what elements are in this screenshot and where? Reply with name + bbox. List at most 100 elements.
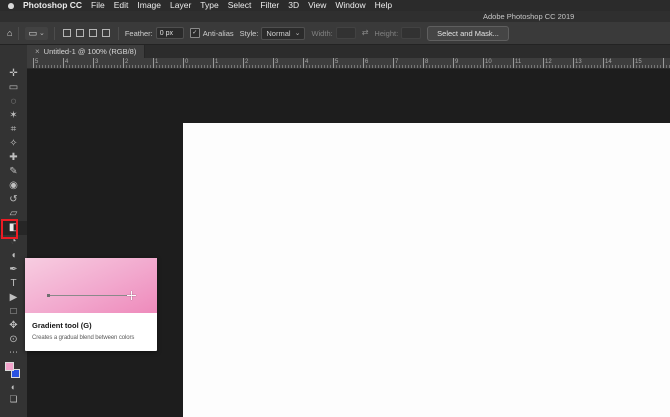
style-group: Style: Normal ⌄ xyxy=(240,27,306,40)
chevron-down-icon: ⌄ xyxy=(295,30,301,37)
crop-tool[interactable]: ⌗ xyxy=(0,123,27,137)
menu-item[interactable]: View xyxy=(308,0,326,11)
anti-alias-group: ✓ Anti-alias xyxy=(190,28,234,38)
new-selection-button[interactable] xyxy=(61,27,73,39)
add-to-selection-button[interactable] xyxy=(74,27,86,39)
path-selection-tool-icon: ▶ xyxy=(10,292,18,303)
lasso-tool-icon: ◌ xyxy=(11,96,17,107)
ruler-label: 5 xyxy=(35,58,38,66)
eraser-tool-icon: ▱ xyxy=(10,208,18,219)
canvas[interactable] xyxy=(183,123,670,417)
chevron-down-icon: ⌄ xyxy=(39,30,45,37)
clone-stamp-tool-icon: ◉ xyxy=(9,180,18,191)
brush-tool[interactable]: ✎ xyxy=(0,165,27,179)
ruler-label: 7 xyxy=(395,58,398,66)
menu-item[interactable]: Type xyxy=(200,0,218,11)
eyedropper-tool-icon: ✧ xyxy=(9,138,17,149)
horizontal-ruler[interactable]: 543210123456789101112131415 xyxy=(27,58,670,69)
app-menu-photoshop[interactable]: Photoshop CC xyxy=(23,0,82,11)
tooltip-description: Creates a gradual blend between colors xyxy=(32,335,150,341)
menu-item[interactable]: File xyxy=(91,0,105,11)
quick-selection-tool[interactable]: ✶ xyxy=(0,109,27,123)
document-tab-bar: × Untitled-1 @ 100% (RGB/8) xyxy=(27,45,670,58)
dodge-tool-icon: ◖ xyxy=(10,250,16,261)
selection-square-icon xyxy=(102,29,110,37)
document-tab-title: Untitled-1 @ 100% (RGB/8) xyxy=(44,47,137,56)
zoom-tool-icon: ⊙ xyxy=(9,334,17,345)
marquee-tool-icon: ▭ xyxy=(28,29,37,38)
menu-item[interactable]: Filter xyxy=(260,0,279,11)
anti-alias-label: Anti-alias xyxy=(203,29,234,38)
ruler-label: 10 xyxy=(485,58,492,66)
rectangular-marquee-tool[interactable]: ▭ xyxy=(0,81,27,95)
ruler-label: 9 xyxy=(455,58,458,66)
tool-preset-dropdown[interactable]: ▭ ⌄ xyxy=(25,27,47,40)
menu-item[interactable]: Image xyxy=(137,0,161,11)
zoom-tool[interactable]: ⊙ xyxy=(0,333,27,347)
anti-alias-checkbox[interactable]: ✓ xyxy=(190,28,200,38)
menu-item[interactable]: Layer xyxy=(170,0,191,11)
move-tool[interactable]: ✛ xyxy=(0,67,27,81)
type-tool[interactable]: T xyxy=(0,277,27,291)
gradient-drag-line xyxy=(47,295,131,296)
spot-healing-brush-tool[interactable]: ✚ xyxy=(0,151,27,165)
ruler-label: 3 xyxy=(275,58,278,66)
link-dimensions-icon: ⇄ xyxy=(362,29,369,37)
menu-item[interactable]: Select xyxy=(228,0,252,11)
move-tool-icon: ✛ xyxy=(9,68,17,79)
selection-square-icon xyxy=(76,29,84,37)
home-icon[interactable]: ⌂ xyxy=(7,29,12,38)
crosshair-cursor-icon xyxy=(127,291,136,300)
ruler-label: 3 xyxy=(95,58,98,66)
tooltip-body: Gradient tool (G) Creates a gradual blen… xyxy=(25,313,157,351)
style-dropdown[interactable]: Normal ⌄ xyxy=(261,27,305,40)
pasteboard xyxy=(27,69,670,417)
lasso-tool[interactable]: ◌ xyxy=(0,95,27,109)
tooltip-title: Gradient tool (G) xyxy=(32,321,150,330)
ruler-label: 12 xyxy=(545,58,552,66)
document-tab[interactable]: × Untitled-1 @ 100% (RGB/8) xyxy=(27,45,145,58)
close-tab-icon[interactable]: × xyxy=(35,48,40,56)
quick-mask-button[interactable]: ◐ xyxy=(0,381,27,393)
menu-bar: Photoshop CC File Edit Image Layer Type Selec… xyxy=(0,0,670,11)
spot-healing-brush-tool-icon: ✚ xyxy=(9,152,17,163)
width-label: Width: xyxy=(311,29,332,38)
edit-toolbar-button[interactable]: ⋯ xyxy=(0,347,27,359)
menu-item[interactable]: Help xyxy=(375,0,392,11)
clone-stamp-tool[interactable]: ◉ xyxy=(0,179,27,193)
feather-label: Feather: xyxy=(125,29,153,38)
subtract-from-selection-button[interactable] xyxy=(87,27,99,39)
screen-mode-button[interactable]: ❏ xyxy=(0,393,27,405)
height-label: Height: xyxy=(374,29,398,38)
ruler-label: 15 xyxy=(635,58,642,66)
select-and-mask-button[interactable]: Select and Mask... xyxy=(427,26,509,41)
eyedropper-tool[interactable]: ✧ xyxy=(0,137,27,151)
rectangle-tool[interactable]: □ xyxy=(0,305,27,319)
brush-tool-icon: ✎ xyxy=(9,166,17,177)
path-selection-tool[interactable]: ▶ xyxy=(0,291,27,305)
ruler-label: 2 xyxy=(125,58,128,66)
foreground-color-swatch[interactable] xyxy=(5,362,14,371)
apple-menu-icon[interactable] xyxy=(8,3,14,9)
feather-input[interactable] xyxy=(156,27,184,39)
hand-tool[interactable]: ✥ xyxy=(0,319,27,333)
ruler-label: 1 xyxy=(215,58,218,66)
options-bar: ⌂ ▭ ⌄ Feather: ✓ Anti-alias Style: Norma… xyxy=(0,22,670,45)
dodge-tool[interactable]: ◖ xyxy=(0,249,27,263)
gradient-preview-image xyxy=(25,258,157,313)
rectangle-tool-icon: □ xyxy=(10,306,16,317)
window-title: Adobe Photoshop CC 2019 xyxy=(483,12,574,21)
menu-item[interactable]: 3D xyxy=(288,0,299,11)
ruler-label: 14 xyxy=(605,58,612,66)
style-label: Style: xyxy=(240,29,259,38)
ruler-label: 5 xyxy=(335,58,338,66)
history-brush-tool-icon: ↺ xyxy=(9,194,17,205)
screen-mode-icon: ❏ xyxy=(9,394,17,404)
intersect-selection-button[interactable] xyxy=(100,27,112,39)
menu-item[interactable]: Window xyxy=(335,0,365,11)
history-brush-tool[interactable]: ↺ xyxy=(0,193,27,207)
width-group: Width: xyxy=(311,27,355,39)
pen-tool[interactable]: ✒ xyxy=(0,263,27,277)
menu-item[interactable]: Edit xyxy=(114,0,129,11)
workspace: ✛ ▭ ◌ ✶ ⌗ ✧ ✚ ✎ ◉ ↺ xyxy=(0,45,670,417)
